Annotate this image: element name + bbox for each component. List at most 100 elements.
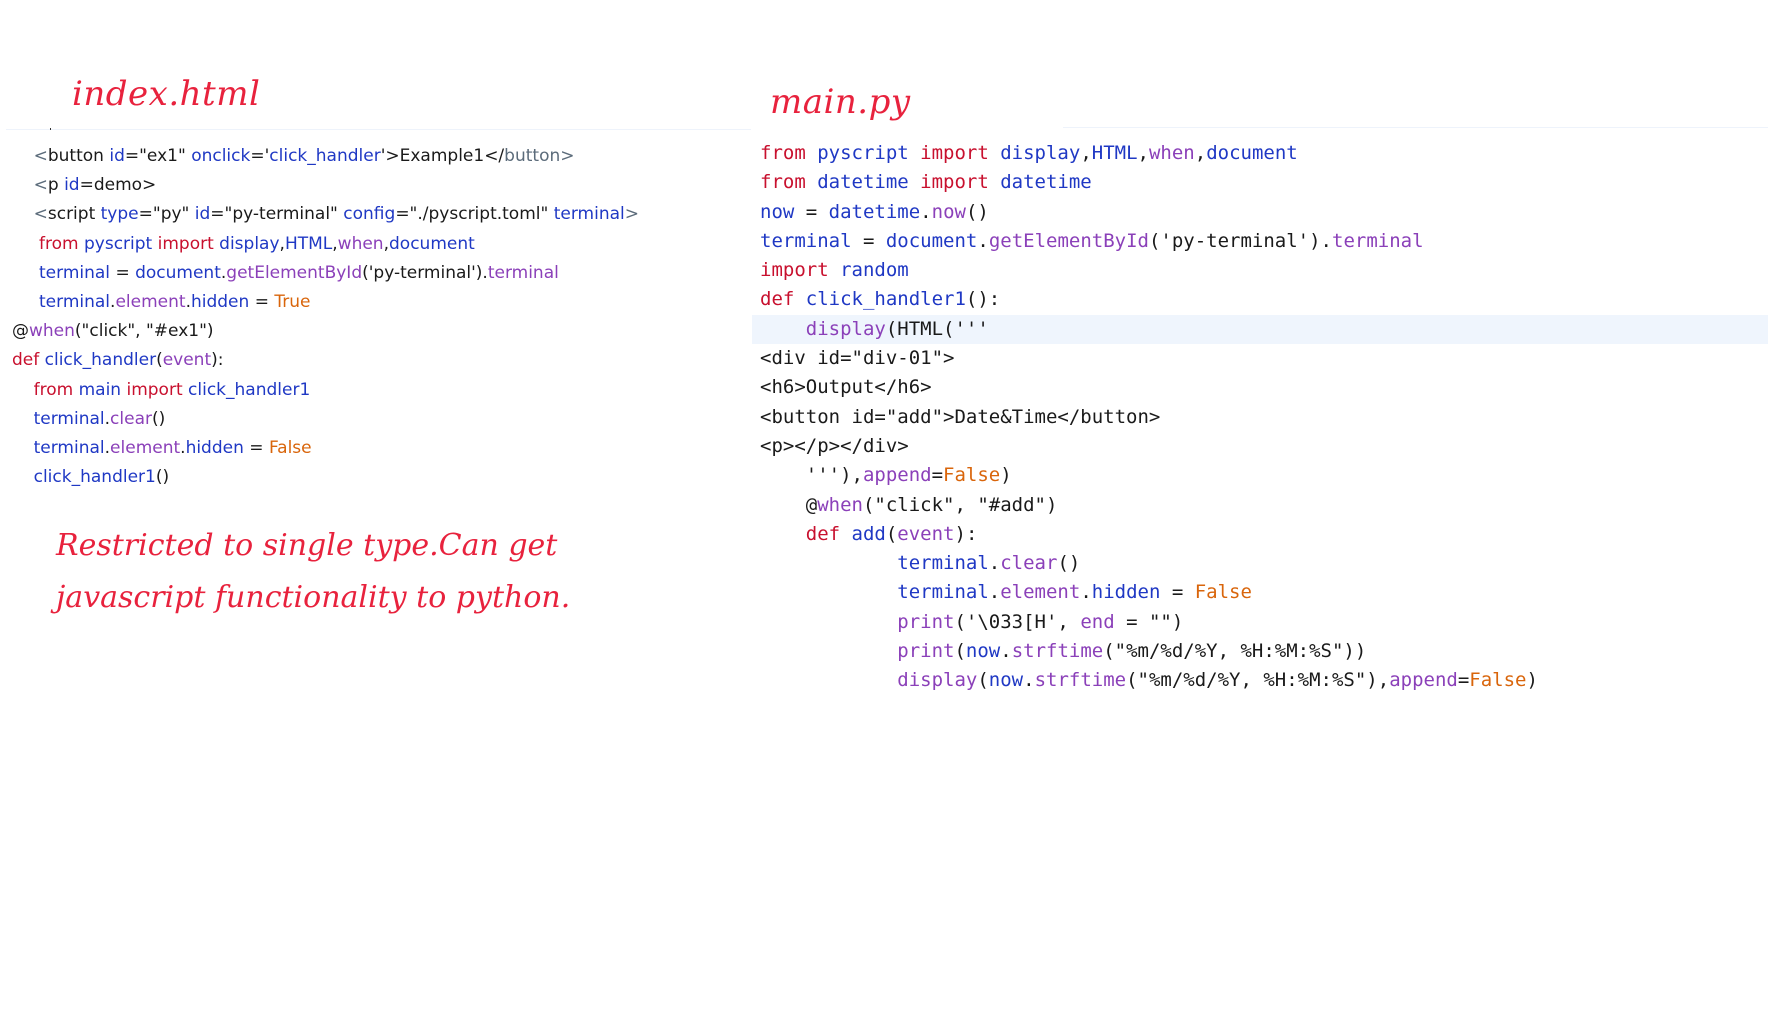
code-token: = (254, 291, 275, 312)
code-token: = (1457, 669, 1470, 692)
code-token: HTML (284, 233, 333, 254)
code-token: ) (1526, 669, 1538, 692)
code-line: '''),append=False) (752, 461, 1768, 490)
index-html-title: index.html (72, 74, 261, 114)
code-token: ( (954, 640, 966, 663)
code-token: terminal (12, 408, 105, 429)
code-token: <h6>Output</h6> (760, 376, 932, 399)
code-line: <button id="ex1" onclick='click_handler'… (6, 142, 751, 171)
code-token: id (64, 175, 80, 196)
code-token: ("click", "#add") (862, 493, 1058, 516)
code-token: import (920, 171, 1001, 194)
code-token: import (920, 142, 1001, 164)
code-line: print(now.strftime("%m/%d/%Y, %H:%M:%S")… (752, 637, 1768, 666)
code-token: HTML (1091, 142, 1138, 164)
code-line: terminal.clear() (6, 405, 751, 434)
code-token: button (47, 146, 110, 166)
code-token: ="py-terminal" (210, 204, 344, 225)
code-token: print (760, 640, 955, 663)
code-token: from (760, 142, 818, 164)
code-token: now (965, 640, 1001, 663)
code-line: <div id="div-01"> (752, 344, 1768, 373)
code-line: <button id="add">Date&Time</button> (752, 403, 1768, 432)
code-token: when (337, 233, 384, 254)
code-token: display (760, 317, 886, 340)
code-token: (HTML(''' (885, 317, 989, 340)
code-token: end (1080, 610, 1127, 633)
code-token: terminal (760, 581, 989, 604)
code-token: terminal (12, 262, 116, 283)
code-token: ) (1000, 464, 1012, 487)
code-line: from main import click_handler1 (6, 376, 751, 405)
code-token: ): (954, 522, 978, 545)
main-py-code-pane[interactable]: from pyscript import display,HTML,when,d… (752, 128, 1768, 704)
code-token: <p></p></div> (760, 434, 909, 457)
code-token: import (126, 379, 189, 400)
code-token: , (1080, 142, 1092, 164)
code-line: @when("click", "#ex1") (6, 317, 751, 346)
code-token: () (1057, 552, 1081, 575)
code-token: print (760, 610, 955, 633)
code-token: import (157, 233, 220, 254)
code-token: ('\033[H', (954, 610, 1081, 633)
code-token: document (389, 233, 475, 254)
code-line: now = datetime.now() (752, 198, 1768, 227)
code-token: event (162, 350, 212, 371)
code-token: False (1194, 581, 1252, 604)
code-token: , (1137, 142, 1149, 164)
code-token: p (47, 175, 65, 196)
code-token: < (12, 146, 48, 166)
code-token: =demo> (79, 175, 157, 196)
code-token: when (817, 493, 863, 516)
code-line: <p id=demo> (6, 171, 751, 200)
code-token: id (109, 146, 125, 166)
code-token: . (977, 229, 989, 252)
code-token: element (1000, 581, 1081, 604)
code-line: <h6>Output</h6> (752, 373, 1768, 402)
code-token: terminal (553, 204, 625, 225)
code-token: False (1469, 669, 1527, 692)
code-token: datetime (1000, 171, 1092, 194)
code-line: @when("click", "#add") (752, 491, 1768, 520)
code-token: < (12, 175, 48, 196)
code-token: element (110, 437, 181, 458)
code-token: import (760, 259, 841, 282)
code-line: <p></p></div> (752, 432, 1768, 461)
code-token: () (151, 408, 166, 429)
code-line: terminal = document.getElementById('py-t… (6, 259, 751, 288)
code-token: () (965, 200, 989, 223)
code-token: ="py" (138, 204, 195, 225)
code-line: terminal.element.hidden = False (752, 578, 1768, 607)
code-token: . (1023, 669, 1035, 692)
code-token: id (194, 204, 211, 225)
code-token: () (155, 467, 170, 488)
main-py-code: from pyscript import display,HTML,when,d… (752, 139, 1768, 696)
code-token: ('py-terminal'). (362, 262, 488, 283)
code-token: display (1000, 142, 1081, 164)
code-token: when (1148, 142, 1195, 164)
code-token: button> (504, 146, 575, 166)
code-token: onclick (191, 146, 251, 166)
code-token: from (12, 233, 84, 254)
annotation-note-line-1: Restricted to single type.Can get (56, 528, 558, 563)
code-token: clear (1000, 552, 1058, 575)
code-token: = "") (1126, 610, 1184, 633)
code-token: =' (250, 146, 270, 166)
code-token: ="ex1" (124, 146, 192, 166)
annotation-note-line-2: javascript functionality to python. (56, 580, 571, 615)
code-token: True (274, 291, 311, 312)
code-token: @ (760, 493, 818, 516)
code-token: terminal (760, 552, 989, 575)
code-token: , (1194, 142, 1207, 164)
code-token: document (885, 229, 978, 252)
code-token: clear (110, 408, 152, 429)
code-token: datetime (828, 200, 921, 223)
annotation-note: Restricted to single type.Can get javasc… (56, 520, 570, 624)
code-token: terminal (487, 262, 559, 283)
code-token: . (988, 552, 1001, 575)
code-token: click_handler1 (12, 467, 156, 488)
index-html-code-pane[interactable]: <button id="ex1" onclick='click_handler'… (6, 130, 751, 500)
code-token: pyscript (817, 142, 921, 164)
code-token: from (760, 171, 818, 194)
code-token: getElementById (988, 229, 1149, 252)
